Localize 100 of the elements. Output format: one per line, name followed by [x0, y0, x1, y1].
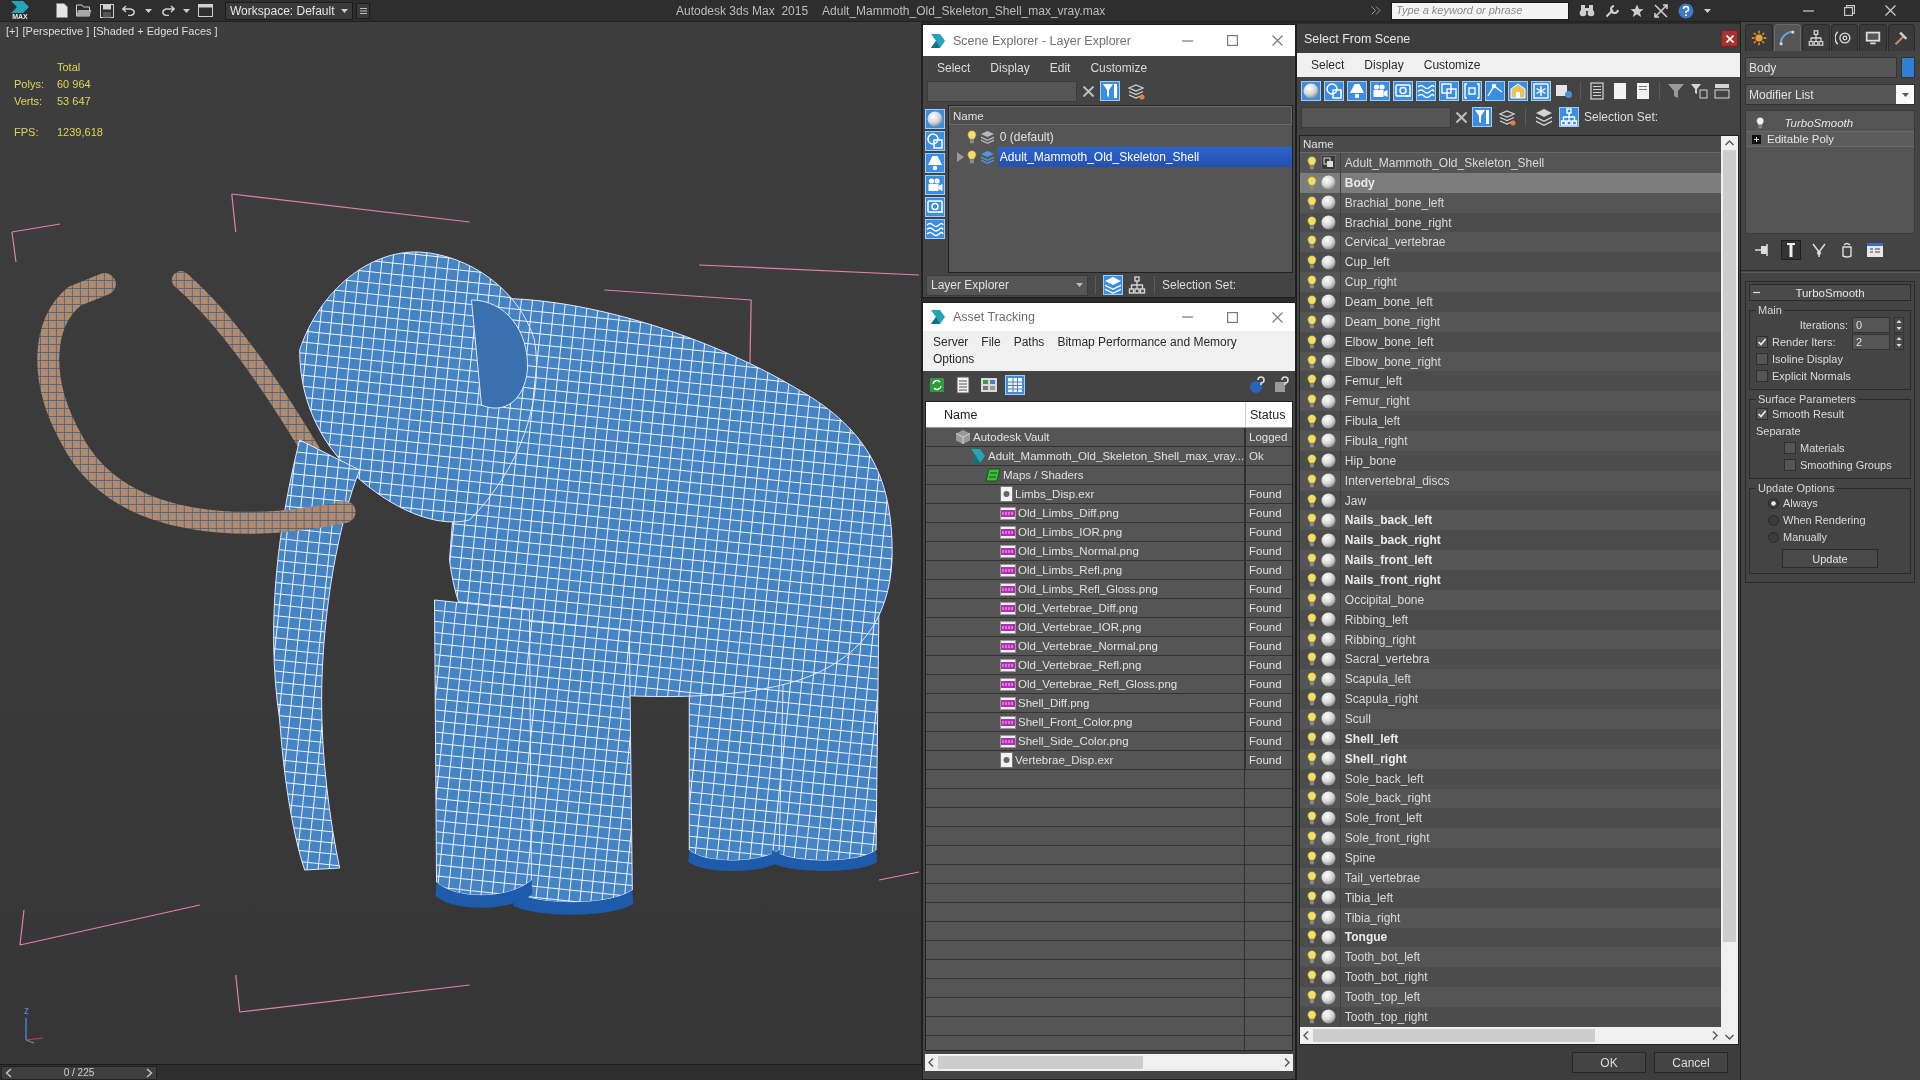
viewport-menu[interactable]: [Perspective ]	[22, 24, 90, 38]
dialog-button[interactable]: Cancel	[1654, 1052, 1728, 1073]
object-row[interactable]: Scapula_right	[1300, 689, 1721, 710]
scrollbar-thumb[interactable]	[938, 1056, 1143, 1069]
light-bulb-icon[interactable]	[1307, 155, 1317, 170]
object-row[interactable]: Cervical_vertebrae	[1300, 232, 1721, 253]
light-bulb-icon[interactable]	[1307, 294, 1317, 309]
layer-name[interactable]: Adult_Mammoth_Old_Skeleton_Shell	[997, 147, 1292, 167]
object-row[interactable]: Femur_left	[1300, 371, 1721, 392]
object-row[interactable]: Body	[1300, 172, 1721, 193]
object-row[interactable]: Fibula_left	[1300, 411, 1721, 432]
layer-name[interactable]: 0 (default)	[997, 127, 1292, 147]
vertical-scrollbar[interactable]	[1721, 136, 1738, 1044]
object-row[interactable]: Cup_left	[1300, 252, 1721, 273]
object-row[interactable]: Scapula_left	[1300, 669, 1721, 690]
scrollbar-thumb[interactable]	[1313, 1029, 1596, 1042]
clear-icon[interactable]	[1083, 85, 1094, 97]
object-row[interactable]: Elbow_bone_left	[1300, 331, 1721, 352]
asset-name[interactable]: Old_Limbs_IOR.png	[1018, 526, 1123, 538]
asset-name[interactable]: Autodesk Vault	[973, 431, 1050, 443]
light-bulb-icon[interactable]	[1307, 572, 1317, 587]
lined-page-icon[interactable]	[1587, 80, 1607, 101]
horizontal-scrollbar[interactable]	[1300, 1027, 1721, 1044]
undo-icon[interactable]	[122, 5, 137, 16]
object-row[interactable]: Hip_bone	[1300, 450, 1721, 471]
light-bulb-icon[interactable]	[1307, 275, 1317, 290]
checkbox[interactable]	[1756, 408, 1768, 420]
layer-filter-icon[interactable]	[1126, 81, 1146, 101]
object-row[interactable]: Femur_right	[1300, 391, 1721, 412]
asset-name[interactable]: Vertebrae_Disp.exr	[1015, 754, 1114, 766]
light-bulb-icon[interactable]	[1307, 870, 1317, 885]
light-bulb-icon[interactable]	[1307, 731, 1317, 746]
color-swatch[interactable]	[1901, 57, 1915, 78]
object-row[interactable]: Tongue	[1300, 927, 1721, 948]
dialog-button[interactable]: OK	[1572, 1052, 1646, 1073]
clear-icon[interactable]	[1456, 111, 1467, 123]
shapes-icon[interactable]	[1324, 80, 1344, 101]
light-bulb-icon[interactable]	[1307, 394, 1317, 409]
hierarchy-icon[interactable]	[1806, 29, 1825, 47]
light-bulb-icon[interactable]	[1307, 652, 1317, 667]
previous-frame-icon[interactable]	[5, 1067, 12, 1078]
stack-row[interactable]: Editable Poly	[1746, 131, 1914, 147]
menu-item[interactable]: Customize	[1090, 60, 1148, 75]
asset-name[interactable]: Old_Vertebrae_Normal.png	[1018, 640, 1158, 652]
snowflake-icon[interactable]	[1531, 80, 1551, 101]
menu-item[interactable]: Server	[933, 335, 969, 349]
hierarchy-icon[interactable]	[1127, 275, 1147, 295]
light-bulb-icon[interactable]	[1307, 771, 1317, 786]
panel-tab[interactable]	[1887, 24, 1915, 51]
asset-name[interactable]: Old_Limbs_Diff.png	[1018, 507, 1119, 519]
search-field[interactable]	[927, 80, 1077, 102]
object-row[interactable]: Jaw	[1300, 490, 1721, 511]
filter-icon[interactable]	[1472, 107, 1492, 127]
wrench-icon[interactable]	[1605, 3, 1620, 18]
object-row[interactable]: Ribbing_right	[1300, 629, 1721, 650]
object-row[interactable]: Brachial_bone_left	[1300, 192, 1721, 213]
bracket-icon[interactable]	[1462, 80, 1482, 101]
light-bulb-icon[interactable]	[1307, 970, 1317, 985]
search-field[interactable]	[1301, 106, 1451, 128]
sun-icon[interactable]	[1749, 29, 1768, 47]
light-bulb-icon[interactable]	[1307, 990, 1317, 1004]
light-bulb-icon[interactable]	[1307, 414, 1317, 429]
light-bulb-icon[interactable]	[1307, 374, 1317, 389]
radio-button[interactable]	[1768, 497, 1779, 509]
menu-item[interactable]: Edit	[1049, 60, 1071, 75]
spinner-arrows-icon[interactable]	[1894, 334, 1904, 350]
asset-name[interactable]: Shell_Side_Color.png	[1018, 735, 1129, 747]
time-slider[interactable]: 0 / 225	[0, 1064, 922, 1080]
caret-icon[interactable]	[145, 8, 152, 13]
light-bulb-icon[interactable]	[1307, 513, 1317, 528]
light-bulb-icon[interactable]	[1307, 553, 1317, 568]
scroll-up-icon[interactable]	[1725, 140, 1734, 146]
layers-icon[interactable]	[1534, 107, 1554, 127]
light-bulb-icon[interactable]	[1307, 831, 1317, 846]
house-icon[interactable]	[1508, 80, 1528, 101]
light-bulb-icon[interactable]	[1307, 433, 1317, 448]
layer-filter-icon[interactable]	[1497, 107, 1517, 127]
caret-icon[interactable]	[341, 8, 348, 13]
object-row[interactable]: Nails_back_left	[1300, 510, 1721, 531]
hierarchy-icon[interactable]	[1559, 107, 1579, 127]
checkbox[interactable]	[1756, 370, 1768, 382]
light-bulb-icon[interactable]	[967, 150, 977, 164]
panel-tab[interactable]	[1802, 24, 1830, 51]
object-row[interactable]: Spine	[1300, 848, 1721, 868]
light-bulb-icon[interactable]	[1307, 811, 1317, 826]
light-bulb-icon[interactable]	[1307, 195, 1317, 210]
object-row[interactable]: Scull	[1300, 709, 1721, 729]
object-row[interactable]: Tooth_top_right	[1300, 1006, 1721, 1027]
object-row[interactable]: Sole_front_left	[1300, 808, 1721, 829]
redo-icon[interactable]	[160, 5, 175, 16]
waves-icon[interactable]	[1416, 80, 1436, 101]
lamp-icon[interactable]	[1347, 80, 1367, 101]
checkbox[interactable]	[1756, 336, 1768, 348]
help-icon[interactable]	[1273, 376, 1291, 394]
monitor-icon[interactable]	[1863, 29, 1882, 47]
minimize-icon[interactable]	[1803, 9, 1814, 12]
spinner-arrows-icon[interactable]	[1894, 317, 1904, 333]
open-folder-icon[interactable]	[76, 4, 92, 17]
binoculars-icon[interactable]	[1579, 4, 1595, 17]
checkbox[interactable]	[1784, 442, 1796, 454]
